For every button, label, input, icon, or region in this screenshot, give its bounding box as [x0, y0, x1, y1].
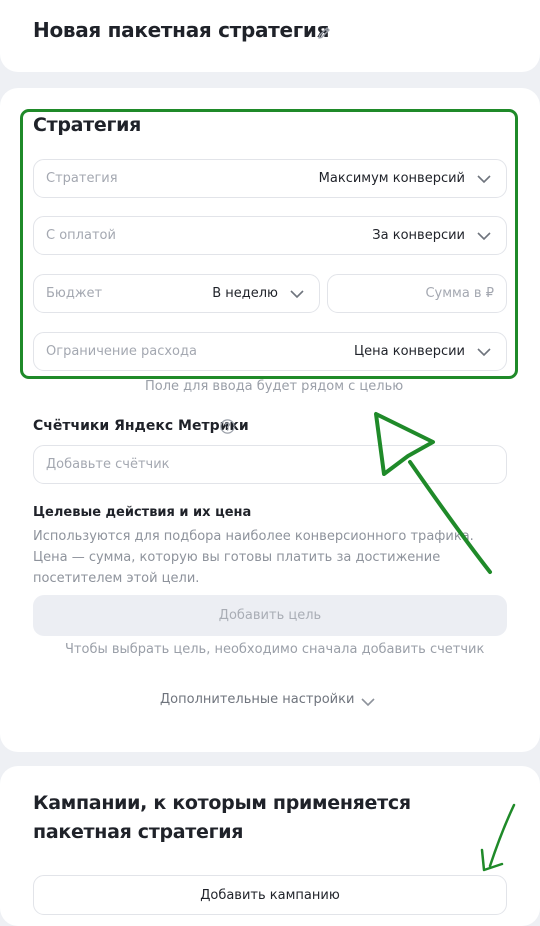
add-goal-button[interactable]: Добавить цель — [33, 595, 507, 636]
pencil-icon[interactable] — [316, 25, 332, 41]
add-goal-hint: Чтобы выбрать цель, необходимо сначала д… — [65, 642, 485, 657]
page-title: Новая пакетная стратегия — [33, 18, 330, 42]
goals-description: Используются для подбора наиболее конвер… — [33, 529, 474, 586]
metrica-counters-label: Счётчики Яндекс Метрики — [33, 418, 249, 434]
advanced-settings-toggle[interactable]: Дополнительные настройки — [160, 692, 354, 707]
goals-title: Целевые действия и их цена — [33, 505, 252, 520]
metrica-counter-input[interactable]: Добавьте счётчик — [33, 445, 507, 484]
campaigns-section-title: Кампании, к которым применяется пакетная… — [33, 792, 411, 843]
spend-limit-hint: Поле для ввода будет рядом с целью — [145, 379, 404, 394]
annotation-highlight-box — [20, 109, 518, 379]
chevron-down-icon[interactable] — [360, 696, 376, 708]
add-campaign-button[interactable]: Добавить кампанию — [33, 875, 507, 915]
header-card: Новая пакетная стратегия — [0, 0, 540, 72]
metrica-counter-placeholder: Добавьте счётчик — [46, 457, 170, 472]
question-circle-icon[interactable] — [220, 419, 235, 434]
